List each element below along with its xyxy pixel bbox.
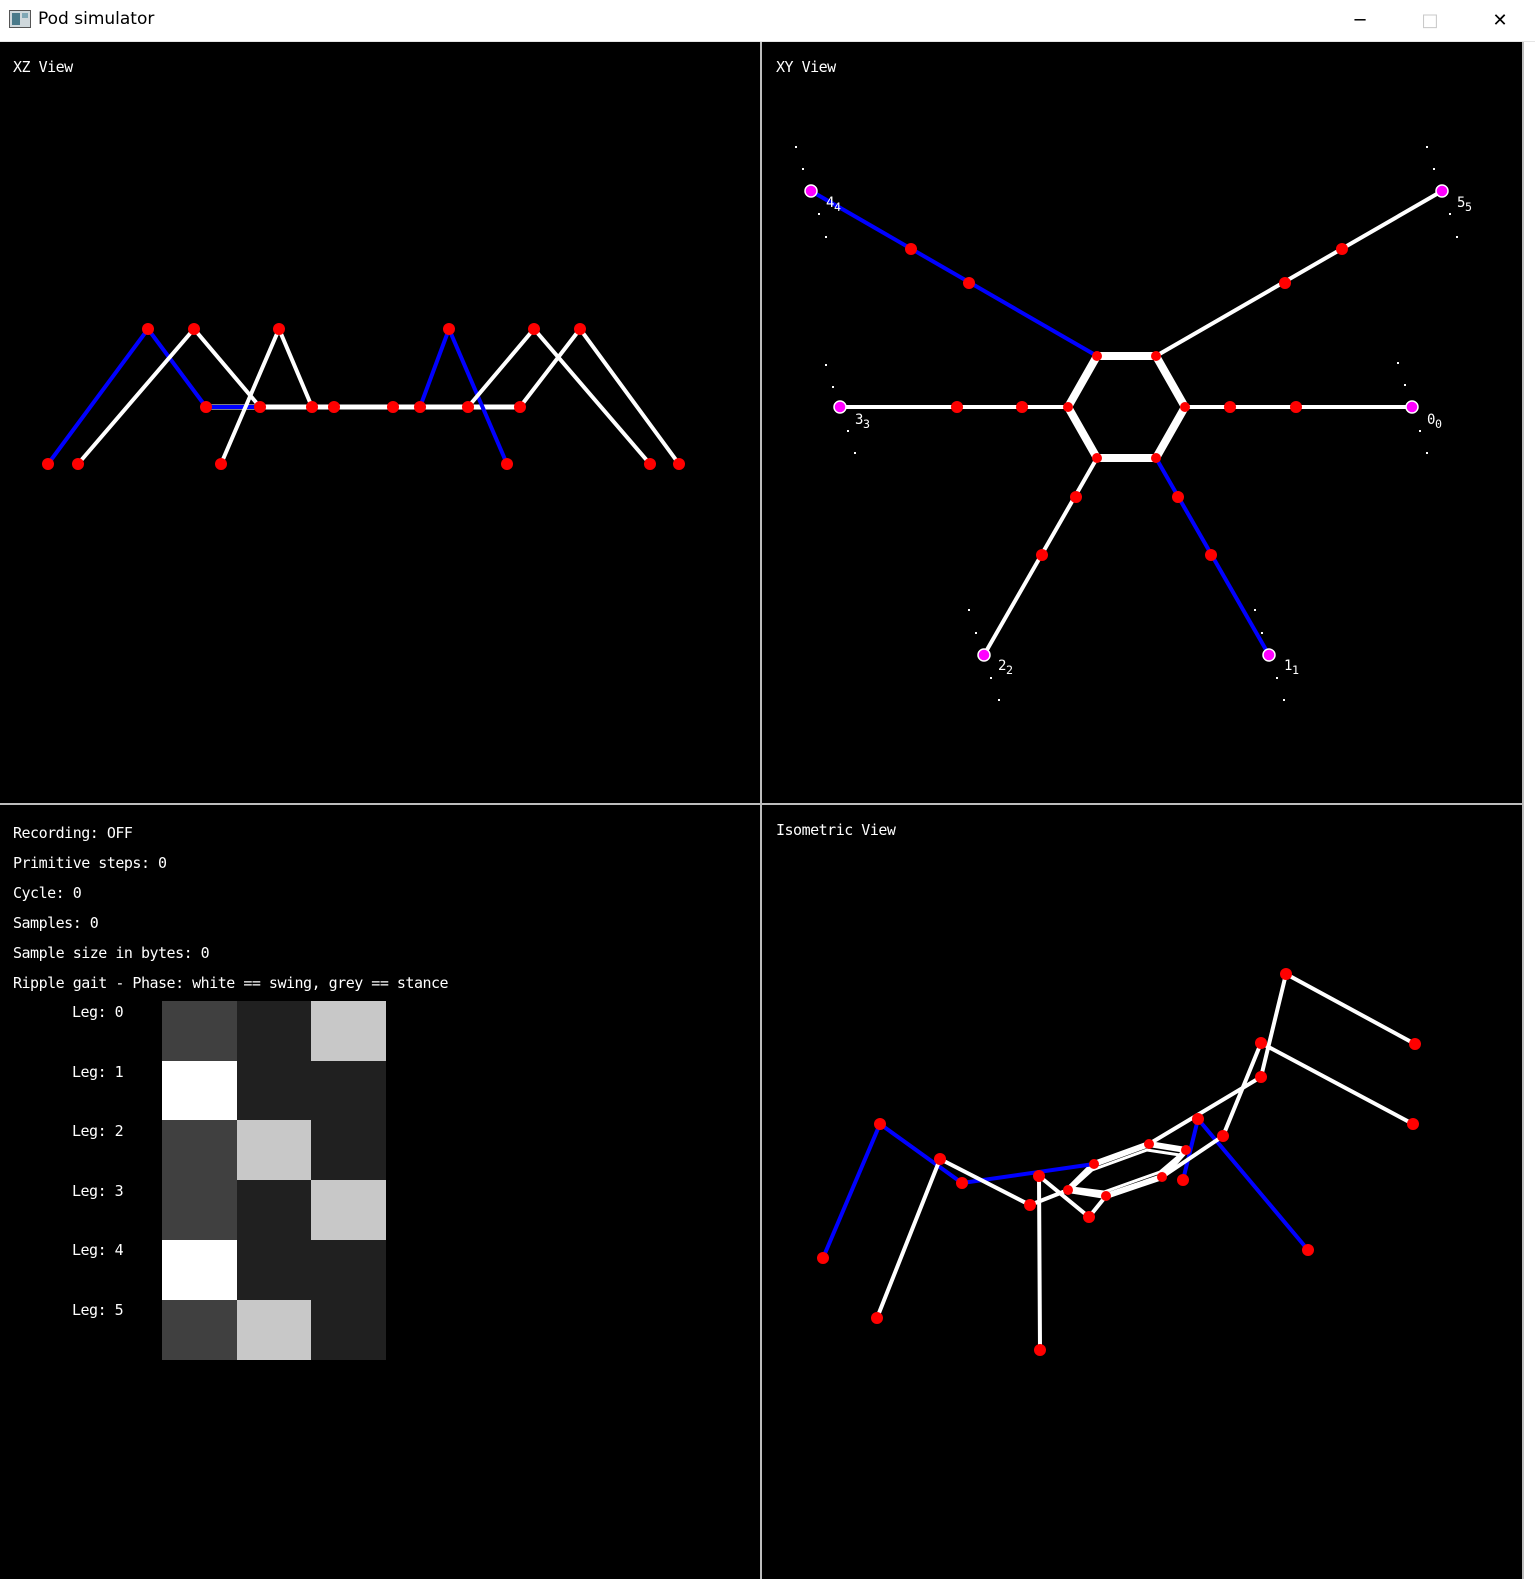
isometric-view	[817, 968, 1421, 1356]
xy-leg-number-2: 22	[998, 658, 1013, 677]
xz-stance-leg	[518, 325, 681, 466]
gait-cell	[236, 1299, 312, 1360]
primitive-steps: Primitive steps: 0	[13, 854, 167, 872]
xy-leg-number-5: 55	[1457, 195, 1472, 214]
gait-cell	[236, 1180, 312, 1241]
gait-cell	[236, 1239, 312, 1300]
gait-cell	[311, 1060, 386, 1121]
xz-swing-leg	[418, 323, 509, 465]
xy-body-hexagon	[1063, 352, 1190, 462]
leg-label-4: Leg: 4	[72, 1241, 124, 1259]
xz-stance-leg	[466, 325, 652, 466]
gait-cell	[311, 1120, 386, 1181]
xy-leg-4	[810, 189, 1098, 358]
xz-stance-leg	[219, 323, 314, 465]
gait-cell	[162, 1001, 237, 1061]
leg-label-3: Leg: 3	[72, 1182, 124, 1200]
gait-cell	[311, 1299, 386, 1360]
xy-trajectory-dots	[795, 146, 1458, 701]
leg-label-1: Leg: 1	[72, 1063, 124, 1081]
sample-size: Sample size in bytes: 0	[13, 944, 210, 962]
gait-cell	[162, 1060, 237, 1121]
leg-label-2: Leg: 2	[72, 1122, 124, 1140]
xz-view	[42, 323, 685, 470]
gait-cell	[236, 1120, 312, 1181]
leg-label-0: Leg: 0	[72, 1003, 124, 1021]
gait-description: Ripple gait - Phase: white == swing, gre…	[13, 974, 449, 992]
iso-swing-leg	[821, 1120, 1095, 1259]
gait-cell	[162, 1299, 237, 1360]
iso-swing-leg	[1181, 1114, 1310, 1252]
samples-count: Samples: 0	[13, 914, 99, 932]
xy-view	[795, 146, 1458, 701]
gait-cell	[162, 1239, 237, 1300]
leg-label-5: Leg: 5	[72, 1301, 124, 1319]
xy-leg-number-3: 33	[855, 412, 870, 431]
iso-stance-leg	[1147, 971, 1416, 1146]
gait-cell	[311, 1001, 386, 1061]
recording-status: Recording: OFF	[13, 824, 133, 842]
iso-stance-leg	[1160, 1040, 1414, 1179]
gait-cell	[311, 1239, 386, 1300]
gait-cell	[162, 1120, 237, 1181]
xy-leg-number-4: 44	[826, 195, 841, 214]
xz-stance-leg	[76, 325, 262, 466]
xy-leg-number-0: 00	[1427, 412, 1442, 431]
xy-leg-number-1: 11	[1284, 658, 1299, 677]
xy-leg-5	[1155, 189, 1443, 358]
cycle-count: Cycle: 0	[13, 884, 82, 902]
gait-cell	[162, 1180, 237, 1241]
gait-cell	[311, 1180, 386, 1241]
xy-joints	[905, 243, 1348, 561]
gait-cell	[236, 1060, 312, 1121]
xy-foot-targets	[804, 184, 1449, 662]
iso-joints	[817, 968, 1421, 1356]
iso-stance-leg	[1036, 1171, 1108, 1351]
gait-cell	[236, 1001, 312, 1061]
